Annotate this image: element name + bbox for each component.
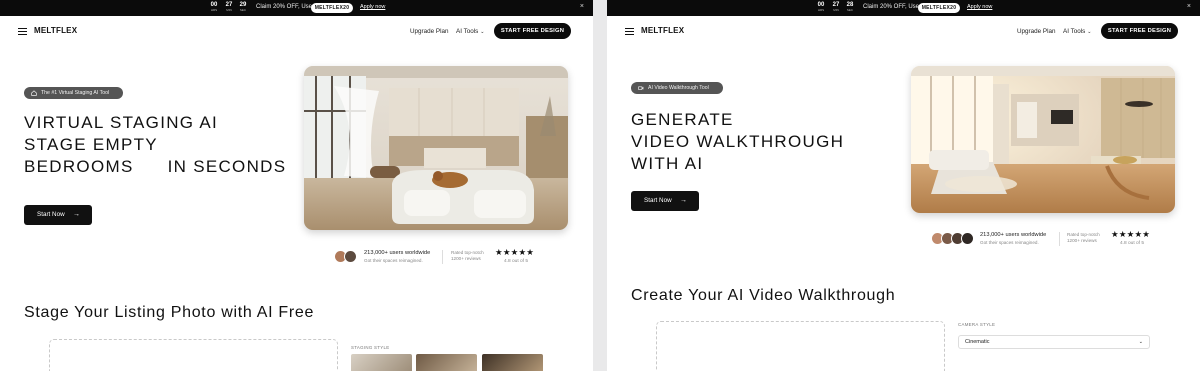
proof-divider: [1059, 232, 1060, 246]
section-title: Create Your AI Video Walkthrough: [631, 287, 896, 304]
living-room-image: [911, 66, 1175, 213]
headline-line-3: BEDROOMS IN SECONDS: [24, 156, 294, 178]
chevron-down-icon: ⌄: [1087, 29, 1092, 35]
reviews-count: 1200+ reviews: [451, 256, 481, 261]
rated-text: Rated top-notch 1200+ reviews: [451, 250, 484, 262]
headline-word-in-seconds: IN SECONDS: [167, 157, 287, 176]
start-now-label: Start Now: [37, 211, 65, 218]
ai-tools-label: AI Tools: [456, 28, 479, 35]
close-icon[interactable]: ×: [580, 3, 584, 10]
hero-badge-label: AI Video Walkthrough Tool: [648, 85, 709, 91]
start-free-design-button[interactable]: START FREE DESIGN: [494, 23, 571, 39]
user-avatars: [931, 232, 975, 246]
upload-dropzone[interactable]: [656, 321, 945, 371]
promo-text: Claim 20% OFF, Use:: [863, 4, 921, 10]
headline-line-3: WITH AI: [631, 154, 704, 173]
section-title: Stage Your Listing Photo with AI Free: [24, 304, 315, 321]
ai-tools-label: AI Tools: [1063, 28, 1086, 35]
headline-line-1: GENERATE: [631, 110, 734, 129]
chevron-down-icon: ⌄: [480, 29, 485, 35]
star-rating-icon: ★★★★★: [495, 247, 535, 257]
apply-now-link[interactable]: Apply now: [967, 4, 992, 10]
users-subtext: Got their spaces reimagined.: [364, 258, 423, 263]
users-subtext: Got their spaces reimagined.: [980, 240, 1039, 245]
hero-badge: AI Video Walkthrough Tool: [631, 82, 723, 94]
headline-line-2: VIDEO WALKTHROUGH: [631, 132, 845, 151]
rated-text: Rated top-notch 1200+ reviews: [1067, 232, 1100, 244]
start-now-label: Start Now: [644, 197, 672, 204]
avatar: [961, 232, 974, 245]
headline-line-2: STAGE EMPTY: [24, 135, 158, 154]
ai-tools-menu[interactable]: AI Tools ⌄: [456, 28, 485, 35]
promo-bar: 00 HRS 27 MIN 29 SEC Claim 20% OFF, Use: ME…: [0, 0, 593, 16]
start-free-design-button[interactable]: START FREE DESIGN: [1101, 23, 1178, 39]
style-thumbnail[interactable]: [351, 354, 412, 371]
rating-score: 4.8 out of 5: [504, 259, 529, 264]
start-now-button[interactable]: Start Now →: [24, 205, 92, 225]
countdown-hours: 00 HRS: [817, 2, 825, 12]
camera-style-value: Cinematic: [965, 339, 990, 345]
rating-score: 4.8 out of 5: [1120, 241, 1145, 246]
apply-now-link[interactable]: Apply now: [360, 4, 385, 10]
upgrade-plan-link[interactable]: Upgrade Plan: [1017, 28, 1056, 35]
staging-page-panel: 00 HRS 27 MIN 29 SEC Claim 20% OFF, Use: ME…: [0, 0, 593, 371]
promo-bar: 00 HRS 27 MIN 28 SEC Claim 20% OFF, Use: ME…: [607, 0, 1200, 16]
home-icon: [31, 90, 37, 96]
staged-bedroom-image: [304, 66, 568, 230]
arrow-right-icon: →: [73, 211, 80, 218]
users-count-text: 213,000+ users worldwide: [980, 232, 1047, 238]
headline-word-bedrooms: BEDROOMS: [24, 157, 134, 176]
style-thumbnail[interactable]: [416, 354, 477, 371]
close-icon[interactable]: ×: [1187, 3, 1191, 10]
brand-logo[interactable]: MELTFLEX: [641, 26, 684, 35]
countdown-minutes: 27 MIN: [832, 2, 840, 12]
camera-style-select[interactable]: Cinematic ⌄: [958, 335, 1150, 349]
start-now-button[interactable]: Start Now →: [631, 191, 699, 211]
users-count-text: 213,000+ users worldwide: [364, 250, 431, 256]
upload-dropzone[interactable]: [49, 339, 338, 371]
countdown-minutes: 27 MIN: [225, 2, 233, 12]
style-thumbnail[interactable]: [482, 354, 543, 371]
promo-code[interactable]: MELTFLEX20: [311, 3, 353, 13]
headline-line-1: VIRTUAL STAGING AI: [24, 113, 219, 132]
upgrade-plan-link[interactable]: Upgrade Plan: [410, 28, 449, 35]
user-avatars: [334, 250, 360, 264]
video-walkthrough-page-panel: 00 HRS 27 MIN 28 SEC Claim 20% OFF, Use: ME…: [607, 0, 1200, 371]
hero-badge-label: The #1 Virtual Staging AI Tool: [41, 90, 110, 96]
camera-style-label: CAMERA STYLE: [958, 322, 996, 327]
reviews-count: 1200+ reviews: [1067, 238, 1097, 243]
countdown-hours: 00 HRS: [210, 2, 218, 12]
brand-logo[interactable]: MELTFLEX: [34, 26, 77, 35]
chevron-down-icon: ⌄: [1138, 339, 1143, 345]
countdown-seconds: 28 SEC: [846, 2, 854, 12]
ai-tools-menu[interactable]: AI Tools ⌄: [1063, 28, 1092, 35]
countdown-seconds: 29 SEC: [239, 2, 247, 12]
hero-badge: The #1 Virtual Staging AI Tool: [24, 87, 123, 99]
menu-icon[interactable]: [18, 28, 27, 36]
proof-divider: [442, 250, 443, 264]
promo-text: Claim 20% OFF, Use:: [256, 4, 314, 10]
video-camera-icon: [638, 86, 644, 90]
arrow-right-icon: →: [680, 197, 687, 204]
menu-icon[interactable]: [625, 28, 634, 36]
hero-headline: VIRTUAL STAGING AI STAGE EMPTY BEDROOMS I…: [24, 112, 294, 178]
avatar: [344, 250, 357, 263]
staging-style-label: STAGING STYLE: [351, 345, 390, 350]
hero-headline: GENERATE VIDEO WALKTHROUGH WITH AI: [631, 109, 891, 175]
promo-code[interactable]: MELTFLEX20: [918, 3, 960, 13]
star-rating-icon: ★★★★★: [1111, 229, 1151, 239]
